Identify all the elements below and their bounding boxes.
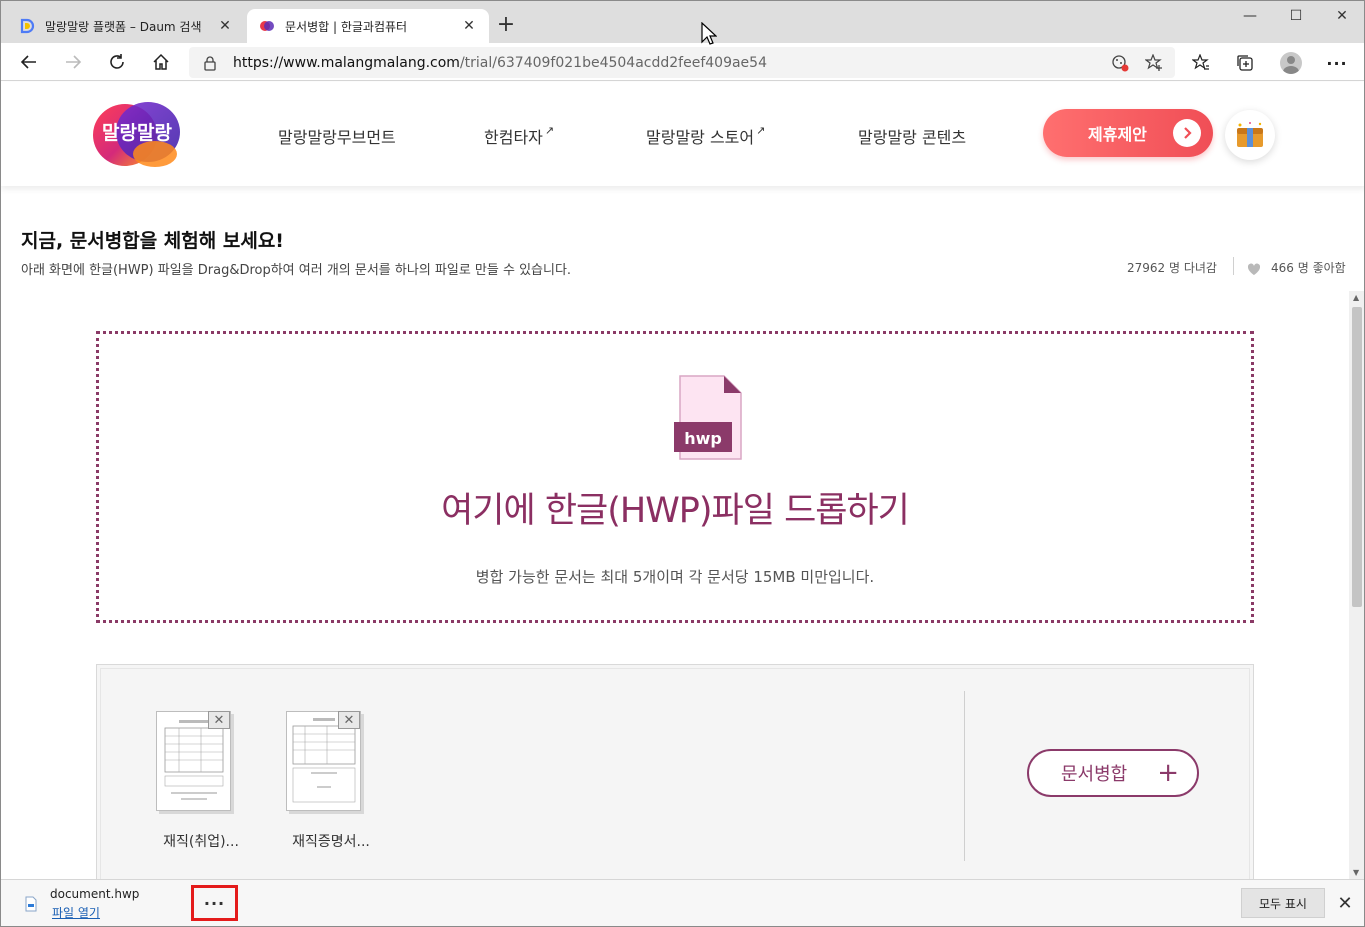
url-host: https://www.malangmalang.com [233,54,460,71]
hwp-document-icon [25,896,37,916]
address-bar[interactable]: https://www.malangmalang.com/trial/63740… [189,47,1175,78]
merge-label: 문서병합 [1061,764,1128,785]
hwp-badge-text: hwp [684,429,722,448]
browser-window: 말랑말랑 플랫폼 – Daum 검색 ✕ 문서병합 | 한글과컴퓨터 ✕ + —… [0,0,1365,927]
collections-icon [1237,55,1253,71]
home-button[interactable] [147,49,175,75]
arrow-right-icon [66,55,82,69]
open-file-link[interactable]: 파일 열기 [52,904,100,921]
nav-item-contents[interactable]: 말랑말랑 콘텐츠 [858,124,966,148]
url-path: /trial/637409f021be4504acdd2feef409ae54 [459,54,767,71]
merge-documents-button[interactable]: 문서병합 + [1027,749,1199,797]
download-shelf: document.hwp 파일 열기 ··· 모두 표시 ✕ [1,879,1364,926]
malangmalang-favicon-icon [260,21,274,31]
tab-title: 말랑말랑 플랫폼 – Daum 검색 [45,19,202,34]
favorites-star-icon [1192,54,1209,70]
nav-label: 말랑말랑 스토어 [646,128,755,147]
profile-button[interactable] [1279,51,1303,75]
malangmalang-logo[interactable]: 말랑말랑 [93,99,183,169]
plus-icon: + [1157,758,1179,788]
scroll-up-arrow-icon[interactable]: ▲ [1353,293,1359,302]
logo-text: 말랑말랑 [102,122,172,144]
nav-label: 한컴타자 [484,128,543,147]
tab-title: 문서병합 | 한글과컴퓨터 [285,19,408,34]
page-title: 지금, 문서병합을 체험해 보세요! [21,230,284,252]
forward-button[interactable] [59,49,87,75]
page-scrollbar[interactable]: ▲ ▼ [1349,291,1364,879]
collections-button[interactable] [1233,51,1257,75]
download-more-options-button[interactable]: ··· [191,885,238,921]
arrow-left-icon [20,55,36,69]
external-link-icon: ↗ [544,124,555,137]
file-name: 재직(취업)... [163,834,239,850]
stat-divider [1233,257,1234,275]
favorites-button[interactable] [1189,51,1213,75]
like-count: 466 명 좋아함 [1271,261,1346,275]
treasure-box-icon [1237,122,1263,147]
remove-file-icon[interactable]: ✕ [338,711,360,729]
visitor-count: 27962 명 다녀감 [1127,261,1217,275]
new-tab-button[interactable]: + [495,13,517,37]
refresh-button[interactable] [103,49,131,75]
hwp-drop-zone[interactable]: hwp 여기에 한글(HWP)파일 드롭하기 병합 가능한 문서는 최대 5개이… [96,331,1254,623]
tab-daum-search[interactable]: 말랑말랑 플랫폼 – Daum 검색 ✕ [7,9,245,43]
scroll-down-arrow-icon[interactable]: ▼ [1353,868,1359,877]
gift-box-button[interactable] [1225,110,1275,160]
home-icon [153,53,169,70]
daum-favicon-icon [20,18,35,34]
hwp-file-icon: hwp [672,372,744,468]
scrollbar-thumb[interactable] [1352,307,1362,607]
download-file-name[interactable]: document.hwp [50,887,139,901]
add-favorite-icon[interactable] [1144,53,1163,76]
nav-item-store[interactable]: 말랑말랑 스토어 ↗ [646,124,765,148]
nav-item-movement[interactable]: 말랑말랑무브먼트 [278,124,396,148]
partnership-button[interactable]: 제휴제안 [1043,109,1213,157]
remove-file-icon[interactable]: ✕ [208,711,230,729]
uploaded-files-panel: ✕ 재직(취업)... ✕ 재직증명서... 문서병합 + [96,664,1254,881]
show-all-downloads-button[interactable]: 모두 표시 [1241,888,1325,918]
close-window-button[interactable]: ✕ [1319,5,1364,27]
tab-document-merge[interactable]: 문서병합 | 한글과컴퓨터 ✕ [247,9,489,43]
lock-icon[interactable] [203,55,217,71]
drop-limit-note: 병합 가능한 문서는 최대 5개이며 각 문서당 15MB 미만입니다. [475,568,875,586]
tab-strip: 말랑말랑 플랫폼 – Daum 검색 ✕ 문서병합 | 한글과컴퓨터 ✕ + —… [1,1,1364,43]
minimize-button[interactable]: — [1227,5,1273,27]
external-link-icon: ↗ [756,124,766,137]
like-heart-icon[interactable] [1247,261,1261,280]
chevron-right-icon [1173,119,1201,147]
back-button[interactable] [15,49,43,75]
browser-toolbar: https://www.malangmalang.com/trial/63740… [1,43,1364,81]
tab-close-icon[interactable]: ✕ [461,18,477,34]
tracking-prevention-icon[interactable] [1111,54,1129,76]
panel-divider [964,691,965,861]
nav-item-hancom-taja[interactable]: 한컴타자 ↗ [484,124,554,148]
refresh-icon [110,54,124,69]
close-download-shelf-icon[interactable]: ✕ [1335,892,1355,914]
profile-avatar [1280,52,1302,74]
tab-close-icon[interactable]: ✕ [217,18,233,34]
more-dots-icon: ··· [1326,53,1348,73]
maximize-button[interactable]: ☐ [1273,5,1319,27]
drop-title: 여기에 한글(HWP)파일 드롭하기 [441,491,910,531]
settings-more-button[interactable]: ··· [1325,51,1349,75]
partnership-label: 제휴제안 [1088,125,1147,144]
page-subtitle: 아래 화면에 한글(HWP) 파일을 Drag&Drop하여 여러 개의 문서를… [21,263,572,278]
file-name: 재직증명서... [292,834,370,850]
site-header: 말랑말랑 말랑말랑무브먼트 한컴타자 ↗ 말랑말랑 스토어 ↗ 말랑말랑 콘텐츠 제… [1,82,1364,186]
nav-label: 말랑말랑무브먼트 [278,128,396,147]
nav-label: 말랑말랑 콘텐츠 [858,128,967,147]
mouse-cursor-icon [701,21,718,50]
